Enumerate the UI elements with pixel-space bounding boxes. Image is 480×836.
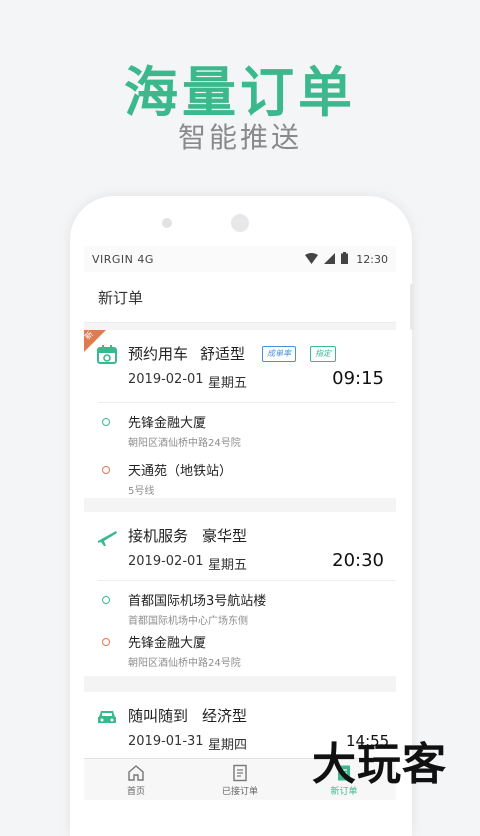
- airplane-icon: [98, 531, 117, 546]
- phone-side-button: [410, 284, 414, 330]
- hero-subtitle: 智能推送: [177, 121, 302, 154]
- car-type: 舒适型: [200, 345, 246, 363]
- pickup-name: 首都国际机场3号航站楼: [128, 594, 267, 609]
- pickup-location: 先锋金融大厦 朝阳区酒仙桥中路24号院: [84, 410, 396, 456]
- page-title: 新订单: [98, 289, 144, 307]
- pickup-name: 先锋金融大厦: [128, 416, 207, 431]
- pickup-address: 首都国际机场中心广场东侧: [128, 616, 248, 627]
- order-date: 2019-02-01: [128, 372, 204, 387]
- phone-speaker-dot: [162, 218, 172, 228]
- status-icons: [305, 252, 348, 264]
- dropoff-dot-icon: [102, 638, 110, 646]
- calendar-icon: [97, 345, 117, 364]
- tab-home-label: 首页: [126, 787, 145, 797]
- divider: [98, 580, 396, 581]
- dropoff-address: 5号线: [128, 486, 155, 497]
- carrier-label: VIRGIN 4G: [92, 253, 154, 266]
- tag-completion-rate: 成单率: [262, 346, 296, 362]
- order-weekday: 星期五: [208, 558, 248, 573]
- service-name: 随叫随到: [128, 707, 189, 725]
- battery-icon: [341, 252, 348, 264]
- pickup-dot-icon: [102, 596, 110, 604]
- status-time: 12:30: [356, 253, 388, 266]
- dropoff-address: 朝阳区酒仙桥中路24号院: [128, 658, 241, 669]
- home-icon: [128, 765, 144, 781]
- order-card-header: 接机服务 豪华型 2019-02-01 星期五 20:30: [84, 512, 396, 584]
- pickup-dot-icon: [102, 418, 110, 426]
- dropoff-location: 先锋金融大厦 朝阳区酒仙桥中路24号院: [84, 630, 396, 676]
- dropoff-dot-icon: [102, 466, 110, 474]
- dropoff-location: 天通苑（地铁站） 5号线: [84, 458, 396, 504]
- order-date: 2019-02-01: [128, 554, 204, 569]
- page-header: 新订单: [84, 272, 396, 323]
- tag-assigned: 指定: [310, 346, 336, 362]
- wifi-icon: [305, 252, 318, 264]
- order-weekday: 星期五: [208, 376, 248, 391]
- status-bar: VIRGIN 4G 12:30: [84, 246, 396, 272]
- phone-camera: [231, 214, 249, 232]
- service-name: 预约用车: [128, 345, 189, 363]
- document-icon: [233, 764, 247, 782]
- phone-screen: VIRGIN 4G 12:30 新订单 新 预约用车 舒适型 成单率 指定 20…: [84, 246, 396, 800]
- order-date: 2019-01-31: [128, 734, 204, 749]
- order-card-header: 预约用车 舒适型 成单率 指定 2019-02-01 星期五 09:15: [84, 330, 396, 402]
- car-icon: [98, 711, 116, 723]
- dropoff-name: 先锋金融大厦: [128, 636, 207, 651]
- service-name: 接机服务: [128, 527, 189, 545]
- order-time: 20:30: [332, 550, 384, 571]
- car-type: 豪华型: [202, 527, 248, 545]
- order-card[interactable]: 新 预约用车 舒适型 成单率 指定 2019-02-01 星期五 09:15 先…: [84, 329, 396, 498]
- pickup-location: 首都国际机场3号航站楼 首都国际机场中心广场东侧: [84, 588, 396, 634]
- order-card[interactable]: 接机服务 豪华型 2019-02-01 星期五 20:30 首都国际机场3号航站…: [84, 512, 396, 676]
- tab-home[interactable]: 首页: [84, 759, 188, 800]
- tab-accepted-orders-label: 已接订单: [221, 787, 258, 797]
- car-type: 经济型: [202, 707, 248, 725]
- order-weekday: 星期四: [208, 738, 248, 753]
- watermark-logo: 大玩客: [312, 739, 447, 790]
- signal-icon: [324, 252, 335, 264]
- order-time: 09:15: [332, 368, 384, 389]
- pickup-address: 朝阳区酒仙桥中路24号院: [128, 438, 241, 449]
- dropoff-name: 天通苑（地铁站）: [128, 464, 233, 479]
- divider: [98, 402, 396, 403]
- tab-accepted-orders[interactable]: 已接订单: [188, 759, 292, 800]
